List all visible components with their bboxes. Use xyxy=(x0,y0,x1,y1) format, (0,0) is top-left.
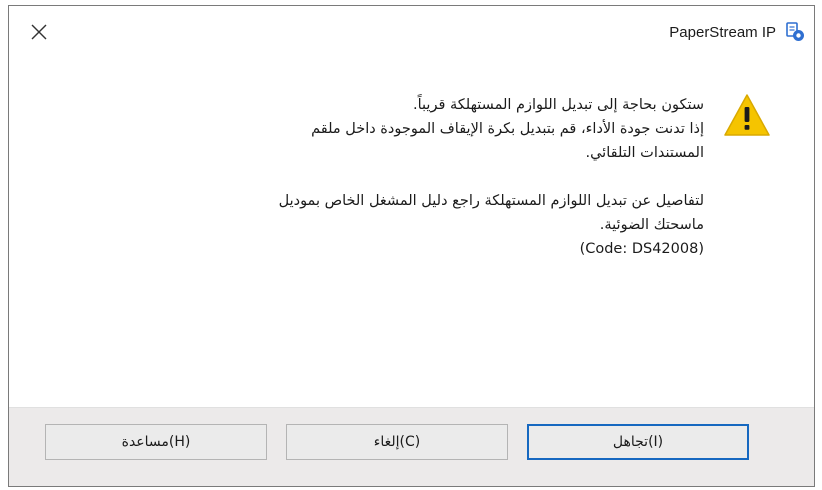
dialog-window: PaperStream IP ستكون بحاجة إلى تبديل الل… xyxy=(8,5,815,487)
close-icon xyxy=(31,24,47,40)
message-paragraph-2: لتفاصيل عن تبديل اللوازم المستهلكة راجع … xyxy=(278,193,704,233)
title-bar: PaperStream IP xyxy=(9,6,814,58)
window-title: PaperStream IP xyxy=(669,23,776,41)
paperstream-app-icon xyxy=(784,21,806,43)
message-text: ستكون بحاجة إلى تبديل اللوازم المستهلكة … xyxy=(54,93,704,261)
error-code: (Code: DS42008) xyxy=(579,241,704,257)
ignore-button[interactable]: تجاهل(I) xyxy=(527,424,749,460)
message-paragraph-1: ستكون بحاجة إلى تبديل اللوازم المستهلكة … xyxy=(311,97,704,161)
title-area: PaperStream IP xyxy=(669,18,806,46)
button-bar: تجاهل(I) إلغاء(C) مساعدة(H) xyxy=(9,407,814,486)
help-button[interactable]: مساعدة(H) xyxy=(45,424,267,460)
warning-icon xyxy=(724,94,770,136)
close-button[interactable] xyxy=(21,14,57,50)
cancel-button[interactable]: إلغاء(C) xyxy=(286,424,508,460)
